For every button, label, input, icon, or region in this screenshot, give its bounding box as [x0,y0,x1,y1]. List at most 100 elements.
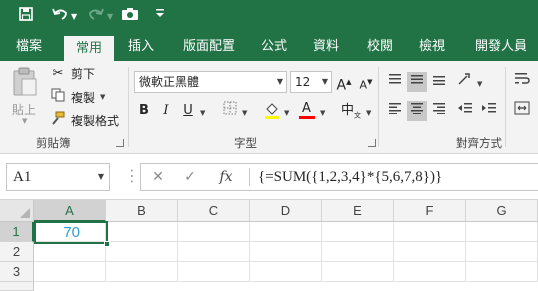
decrease-indent-icon [458,103,472,113]
shrink-font-button[interactable]: A▼ [356,72,376,92]
font-name-value: 微軟正黑體 [139,75,200,89]
font-color-dropdown-icon[interactable]: ▼ [320,109,325,117]
column-header-e[interactable]: E [322,200,394,222]
cell-a3[interactable] [34,262,106,282]
customize-icon[interactable] [148,4,172,28]
align-right-button[interactable] [429,101,449,121]
border-dropdown-icon[interactable]: ▼ [242,109,247,117]
column-header-a[interactable]: A [34,200,106,222]
tab-developer[interactable]: 開發人員 [466,32,536,61]
row-header-1[interactable]: 1 [0,222,34,242]
underline-button[interactable]: U [178,101,198,121]
copy-dropdown-icon[interactable]: ▼ [100,93,105,101]
align-center-button[interactable] [407,101,427,121]
cell-e2[interactable] [322,242,394,262]
formula-input[interactable]: {=SUM({1,2,3,4}*{5,6,7,8})} [258,164,442,190]
decrease-indent-button[interactable] [455,101,475,121]
column-header-b[interactable]: B [106,200,178,222]
format-painter-button[interactable]: 複製格式 [50,111,119,129]
name-box[interactable]: A1 ▼ [6,163,110,191]
cell-g3[interactable] [466,262,538,282]
italic-button[interactable]: I [156,101,176,121]
paste-label: 貼上 [12,103,37,117]
save-icon[interactable] [14,4,38,28]
tab-file[interactable]: 檔案 [2,32,56,61]
cancel-icon[interactable]: ✕ [143,164,173,190]
tab-formulas[interactable]: 公式 [252,32,296,61]
font-name-select[interactable]: 微軟正黑體 ▼ [134,71,287,93]
cell-f1[interactable] [394,222,466,242]
grow-font-button[interactable]: A▲ [334,72,354,94]
cell-c2[interactable] [178,242,250,262]
font-color-swatch [299,116,315,119]
paste-button[interactable]: 貼上 ▼ [6,65,44,131]
cell-d3[interactable] [250,262,322,282]
cell-e3[interactable] [322,262,394,282]
font-size-select[interactable]: 12 ▼ [290,71,332,93]
font-launcher-icon[interactable] [368,139,376,147]
bold-button[interactable]: B [134,101,154,121]
cell-e1[interactable] [322,222,394,242]
align-left-button[interactable] [385,101,405,121]
phonetic-button[interactable]: 中文 [338,101,364,121]
redo-icon[interactable] [84,4,108,28]
cell-c3[interactable] [178,262,250,282]
underline-dropdown-icon[interactable]: ▼ [200,109,205,117]
formula-bar-grip-icon[interactable]: ⋮ [124,166,140,186]
phonetic-dropdown-icon[interactable]: ▼ [366,109,371,117]
enter-icon[interactable]: ✓ [175,164,205,190]
tab-review[interactable]: 校閱 [358,32,402,61]
formula-divider [249,168,250,186]
column-header-f[interactable]: F [394,200,466,222]
align-top-button[interactable] [385,72,405,92]
cell-f2[interactable] [394,242,466,262]
select-all-button[interactable] [0,200,34,222]
column-header-d[interactable]: D [250,200,322,222]
undo-icon[interactable] [48,4,72,28]
copy-button[interactable]: 複製 ▼ [50,88,105,106]
tab-page-layout[interactable]: 版面配置 [174,32,244,61]
cell-f3[interactable] [394,262,466,282]
cell-b2[interactable] [106,242,178,262]
format-painter-icon [50,111,66,129]
column-header-g[interactable]: G [466,200,538,222]
font-color-button[interactable]: A [298,101,318,121]
row-header-3[interactable]: 3 [0,262,34,282]
cell-g1[interactable] [466,222,538,242]
ribbon-tabs: 檔案 常用 插入 版面配置 公式 資料 校閱 檢視 開發人員 [0,32,538,61]
cell-b3[interactable] [106,262,178,282]
fill-color-dropdown-icon[interactable]: ▼ [284,109,289,117]
increase-indent-button[interactable] [479,101,499,121]
tab-data[interactable]: 資料 [304,32,348,61]
cell-d2[interactable] [250,242,322,262]
orientation-button[interactable] [455,72,475,92]
cell-c1[interactable] [178,222,250,242]
camera-icon[interactable] [118,4,142,28]
insert-function-button[interactable]: fx [211,164,241,190]
tab-view[interactable]: 檢視 [410,32,454,61]
align-middle-button[interactable] [407,72,427,92]
cut-button[interactable]: ✂ 剪下 [50,65,95,82]
cell-a2[interactable] [34,242,106,262]
align-bottom-button[interactable] [429,72,449,92]
cell-b1[interactable] [106,222,178,242]
tab-insert[interactable]: 插入 [118,32,164,61]
cell-d1[interactable] [250,222,322,242]
row-header-4[interactable] [0,282,34,291]
clipboard-launcher-icon[interactable] [116,139,124,147]
align-middle-icon [411,75,423,84]
cell-g2[interactable] [466,242,538,262]
column-header-c[interactable]: C [178,200,250,222]
align-right-icon [433,103,445,114]
merge-center-button[interactable] [512,101,532,121]
undo-dropdown-icon[interactable]: ▼ [71,4,79,28]
paste-dropdown-icon[interactable]: ▼ [22,117,27,125]
tab-home[interactable]: 常用 [64,36,114,61]
fill-color-button[interactable] [262,101,282,121]
redo-dropdown-icon[interactable]: ▼ [107,4,115,28]
row-header-2[interactable]: 2 [0,242,34,262]
orientation-dropdown-icon[interactable]: ▼ [477,80,482,88]
wrap-text-button[interactable] [512,72,532,92]
fill-handle[interactable] [104,241,110,247]
border-button[interactable] [220,101,240,121]
